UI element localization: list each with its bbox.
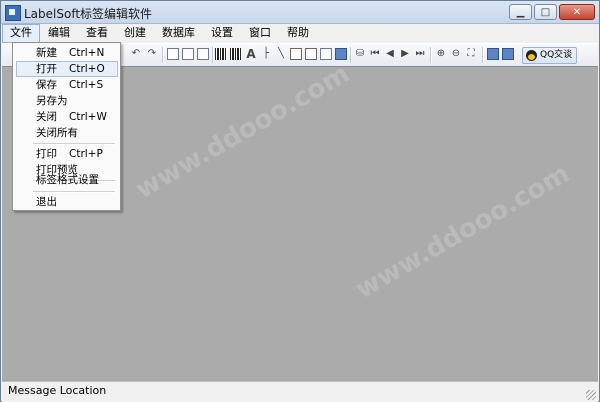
fit-page-icon[interactable]: ⛶ xyxy=(465,48,477,60)
database-icon[interactable]: ⛁ xyxy=(354,48,366,60)
qq-chat-label: QQ交谈 xyxy=(540,50,573,60)
menu-item-close[interactable]: 关闭 Ctrl+W xyxy=(16,109,118,125)
window-controls: ▁ □ ✕ xyxy=(509,4,595,20)
menu-item-shortcut: Ctrl+S xyxy=(69,79,104,91)
prev-record-icon[interactable]: ◀ xyxy=(384,48,396,60)
toolbar-separator xyxy=(350,47,352,63)
app-icon xyxy=(5,5,21,21)
horizontal-tile-icon[interactable] xyxy=(487,48,499,60)
page-icon[interactable] xyxy=(167,48,179,60)
qr-code-icon[interactable] xyxy=(230,48,242,60)
close-button[interactable]: ✕ xyxy=(559,4,595,20)
qq-chat-button[interactable]: QQ交谈 xyxy=(522,47,578,64)
copy-page-icon[interactable] xyxy=(182,48,194,60)
rectangle-icon[interactable] xyxy=(290,48,302,60)
redo-icon[interactable]: ↷ xyxy=(146,48,158,60)
status-bar: Message Location xyxy=(2,381,598,402)
variable-icon[interactable] xyxy=(335,48,347,60)
menu-create[interactable]: 创建 xyxy=(116,24,154,43)
menu-window[interactable]: 窗口 xyxy=(241,24,279,43)
menu-item-save[interactable]: 保存 Ctrl+S xyxy=(16,77,118,93)
menu-item-label: 打印 xyxy=(36,148,57,160)
menu-settings[interactable]: 设置 xyxy=(203,24,241,43)
diagonal-line-icon[interactable]: ╲ xyxy=(275,48,287,60)
menu-item-new[interactable]: 新建 Ctrl+N xyxy=(16,45,118,61)
menu-file[interactable]: 文件 xyxy=(2,24,40,43)
menu-item-exit[interactable]: 退出 xyxy=(16,194,118,210)
menu-item-shortcut: Ctrl+P xyxy=(69,148,103,160)
toolbar-separator xyxy=(430,47,432,63)
menu-item-label: 保存 xyxy=(36,79,57,91)
menu-item-label: 关闭所有 xyxy=(36,127,78,139)
menu-item-close-all[interactable]: 关闭所有 xyxy=(16,125,118,141)
menu-edit[interactable]: 编辑 xyxy=(40,24,78,43)
menu-item-save-as[interactable]: 另存为 xyxy=(16,93,118,109)
app-window: LabelSoft标签编辑软件 ▁ □ ✕ 文件 编辑 查看 创建 数据库 设置… xyxy=(0,0,600,402)
file-menu-dropdown: 新建 Ctrl+N 打开 Ctrl+O 保存 Ctrl+S 另存为 关闭 Ctr… xyxy=(12,42,121,211)
menu-item-open[interactable]: 打开 Ctrl+O xyxy=(16,61,118,77)
menu-help[interactable]: 帮助 xyxy=(279,24,317,43)
menu-item-label-format[interactable]: 标签格式设置 xyxy=(16,172,118,188)
menu-view[interactable]: 查看 xyxy=(78,24,116,43)
zoom-out-icon[interactable]: ⊖ xyxy=(450,48,462,60)
minimize-button[interactable]: ▁ xyxy=(509,4,532,20)
barcode-icon[interactable] xyxy=(215,48,227,60)
last-record-icon[interactable]: ⏭ xyxy=(414,48,426,60)
menu-item-label: 另存为 xyxy=(36,95,68,107)
toolbar-separator xyxy=(212,47,214,63)
menu-separator xyxy=(33,143,115,145)
menu-item-print[interactable]: 打印 Ctrl+P xyxy=(16,146,118,162)
vertical-line-icon[interactable]: ├ xyxy=(260,48,272,60)
undo-icon[interactable]: ↶ xyxy=(130,48,142,60)
menu-separator xyxy=(33,191,115,193)
menu-item-label: 退出 xyxy=(36,196,57,208)
status-text: Message Location xyxy=(8,384,107,397)
qq-penguin-icon xyxy=(526,50,537,61)
first-record-icon[interactable]: ⏮ xyxy=(369,48,381,60)
text-tool-icon[interactable]: A xyxy=(245,48,257,60)
image-icon[interactable] xyxy=(320,48,332,60)
next-record-icon[interactable]: ▶ xyxy=(399,48,411,60)
print-icon[interactable] xyxy=(197,48,209,60)
menu-item-shortcut: Ctrl+O xyxy=(69,63,105,75)
menu-item-shortcut: Ctrl+N xyxy=(69,47,105,59)
toolbar-separator xyxy=(482,47,484,63)
menu-item-label: 关闭 xyxy=(36,111,57,123)
resize-grip-icon[interactable] xyxy=(586,390,596,400)
maximize-button[interactable]: □ xyxy=(534,4,557,20)
watermark: www.ddooo.com xyxy=(350,158,575,306)
menu-database[interactable]: 数据库 xyxy=(154,24,203,43)
menu-bar: 文件 编辑 查看 创建 数据库 设置 窗口 帮助 xyxy=(2,24,598,43)
toolbar-separator xyxy=(162,47,164,63)
vertical-tile-icon[interactable] xyxy=(502,48,514,60)
zoom-in-icon[interactable]: ⊕ xyxy=(435,48,447,60)
menu-item-shortcut: Ctrl+W xyxy=(69,111,107,123)
menu-item-label: 标签格式设置 xyxy=(36,174,99,186)
window-title: LabelSoft标签编辑软件 xyxy=(24,7,153,21)
title-bar: LabelSoft标签编辑软件 ▁ □ ✕ xyxy=(1,1,599,24)
table-icon[interactable] xyxy=(305,48,317,60)
watermark: www.ddooo.com xyxy=(130,58,355,206)
menu-item-label: 打开 xyxy=(36,63,57,75)
menu-item-label: 新建 xyxy=(36,47,57,59)
